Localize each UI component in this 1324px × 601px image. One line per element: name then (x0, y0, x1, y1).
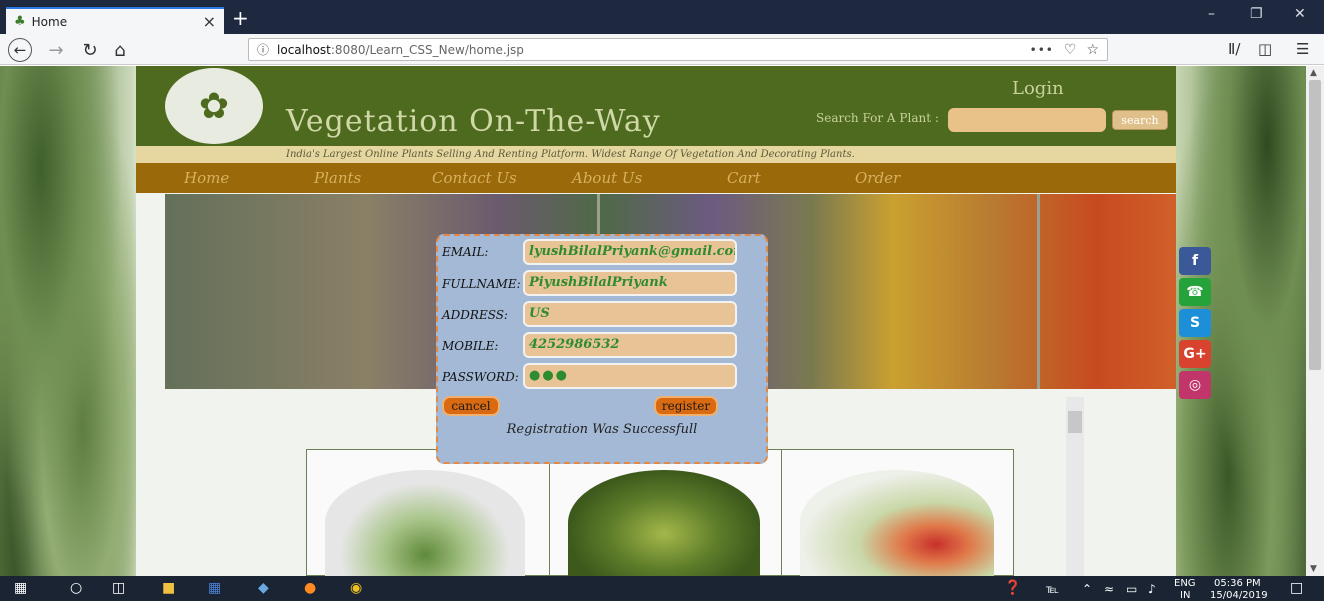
mobile-label: MOBILE: (442, 339, 499, 353)
chrome-icon[interactable]: ◉ (350, 580, 362, 596)
content-scrollbar[interactable] (1066, 397, 1084, 576)
sidebar-icon[interactable]: ◫ (1258, 40, 1272, 58)
address-field[interactable]: US (523, 301, 737, 327)
notifications-icon[interactable]: □ (1290, 580, 1303, 596)
product-image-aloe[interactable] (325, 470, 525, 576)
facebook-icon[interactable]: f (1179, 247, 1211, 275)
email-label: EMAIL: (442, 245, 489, 259)
back-button[interactable]: ← (8, 38, 32, 62)
scroll-up-icon[interactable]: ▲ (1310, 68, 1317, 78)
product-image-apple[interactable] (800, 470, 994, 576)
skype-glyph: S (1189, 315, 1201, 331)
network-icon[interactable]: ≈ (1104, 582, 1114, 596)
app-cube-icon[interactable]: ◆ (258, 580, 269, 596)
menu-cart[interactable]: Cart (727, 169, 761, 187)
scrollbar-thumb[interactable] (1309, 80, 1321, 370)
fullname-field[interactable]: PiyushBilalPriyank (523, 270, 737, 296)
people-icon[interactable]: ℡ (1046, 582, 1059, 596)
address-label: ADDRESS: (442, 308, 508, 322)
fullname-label: FULLNAME: (442, 277, 521, 291)
mobile-field[interactable]: 4252986532 (523, 332, 737, 358)
file-explorer-icon[interactable]: ■ (162, 580, 175, 596)
volume-icon[interactable]: ♪ (1148, 582, 1156, 596)
minimize-button[interactable]: – (1208, 6, 1215, 22)
plant-icon: ♣ (14, 14, 26, 29)
register-button[interactable]: register (654, 396, 718, 416)
search-input[interactable] (948, 108, 1106, 132)
page-actions-icon[interactable]: ••• (1030, 43, 1054, 57)
menu-contact-us[interactable]: Contact Us (432, 169, 517, 187)
info-icon[interactable]: ⓘ (257, 41, 269, 58)
search-icon[interactable]: ○ (70, 580, 82, 596)
grid-divider (781, 450, 782, 577)
bookmark-star-icon[interactable]: ☆ (1086, 42, 1099, 58)
password-field[interactable]: ●●● (523, 363, 737, 389)
tab-title: Home (31, 14, 68, 29)
home-icon[interactable]: ⌂ (108, 38, 132, 62)
instagram-icon[interactable]: ◎ (1179, 371, 1211, 399)
cancel-button[interactable]: cancel (442, 396, 500, 416)
restore-button[interactable]: ❐ (1250, 6, 1263, 22)
banner-divider (1037, 194, 1040, 389)
googleplus-glyph: G+ (1183, 346, 1207, 362)
language-code[interactable]: ENG (1174, 578, 1196, 589)
whatsapp-glyph: ☎ (1186, 284, 1204, 300)
close-tab-icon[interactable]: × (203, 12, 216, 31)
instagram-glyph: ◎ (1188, 377, 1202, 393)
site-tagline: India's Largest Online Plants Selling An… (136, 146, 1176, 163)
close-window-button[interactable]: ✕ (1294, 6, 1306, 22)
page-scrollbar[interactable]: ▲ ▼ (1306, 66, 1324, 576)
tray-chevron-icon[interactable]: ⌃ (1082, 582, 1092, 596)
tab-home[interactable]: ♣ Home × (6, 7, 224, 34)
help-icon[interactable]: ❓ (1004, 580, 1021, 596)
menu-icon[interactable]: ☰ (1296, 40, 1309, 58)
battery-icon[interactable]: ▭ (1126, 582, 1137, 596)
forward-button[interactable]: → (44, 38, 68, 62)
pocket-icon[interactable]: ♡ (1064, 42, 1077, 58)
tree-logo-icon[interactable]: ✿ (165, 68, 263, 144)
search-button[interactable]: search (1112, 110, 1168, 130)
facebook-glyph: f (1191, 253, 1199, 269)
menu-home[interactable]: Home (184, 169, 229, 187)
windows-start-icon[interactable]: ▦ (14, 580, 27, 596)
password-label: PASSWORD: (442, 370, 519, 384)
new-tab-button[interactable]: + (232, 6, 249, 30)
scroll-down-icon[interactable]: ▼ (1310, 564, 1317, 574)
search-label: Search For A Plant : (816, 111, 939, 125)
menu-plants[interactable]: Plants (314, 169, 361, 187)
task-view-icon[interactable]: ◫ (112, 580, 125, 596)
menu-order[interactable]: Order (855, 169, 900, 187)
skype-icon[interactable]: S (1179, 309, 1211, 337)
firefox-icon[interactable]: ● (304, 580, 316, 596)
clock-time[interactable]: 05:36 PM (1214, 578, 1261, 589)
leaf-decoration-left (0, 66, 136, 576)
library-icon[interactable]: Ⅱ∕ (1228, 40, 1240, 58)
whatsapp-icon[interactable]: ☎ (1179, 278, 1211, 306)
site-name: Vegetation On-The-Way (286, 104, 661, 139)
main-menu (136, 163, 1176, 193)
reload-button[interactable]: ↻ (78, 38, 102, 62)
address-bar[interactable]: ⓘ localhost :8080/Learn_CSS_New/home.jsp… (248, 38, 1108, 61)
status-message: Registration Was Successfull (506, 422, 698, 437)
login-link[interactable]: Login (1012, 78, 1064, 99)
clock-date[interactable]: 15/04/2019 (1210, 590, 1268, 601)
region-code[interactable]: IN (1180, 590, 1190, 601)
product-image-amla[interactable] (568, 470, 760, 576)
url-path: :8080/Learn_CSS_New/home.jsp (330, 42, 524, 57)
url-host: localhost (277, 42, 331, 57)
email-field[interactable]: lyushBilalPriyank@gmail.com (523, 239, 737, 265)
content-scrollbar-thumb[interactable] (1068, 411, 1082, 433)
googleplus-icon[interactable]: G+ (1179, 340, 1211, 368)
word-icon[interactable]: ▦ (208, 580, 221, 596)
grid-divider (549, 450, 550, 577)
menu-about-us[interactable]: About Us (572, 169, 642, 187)
